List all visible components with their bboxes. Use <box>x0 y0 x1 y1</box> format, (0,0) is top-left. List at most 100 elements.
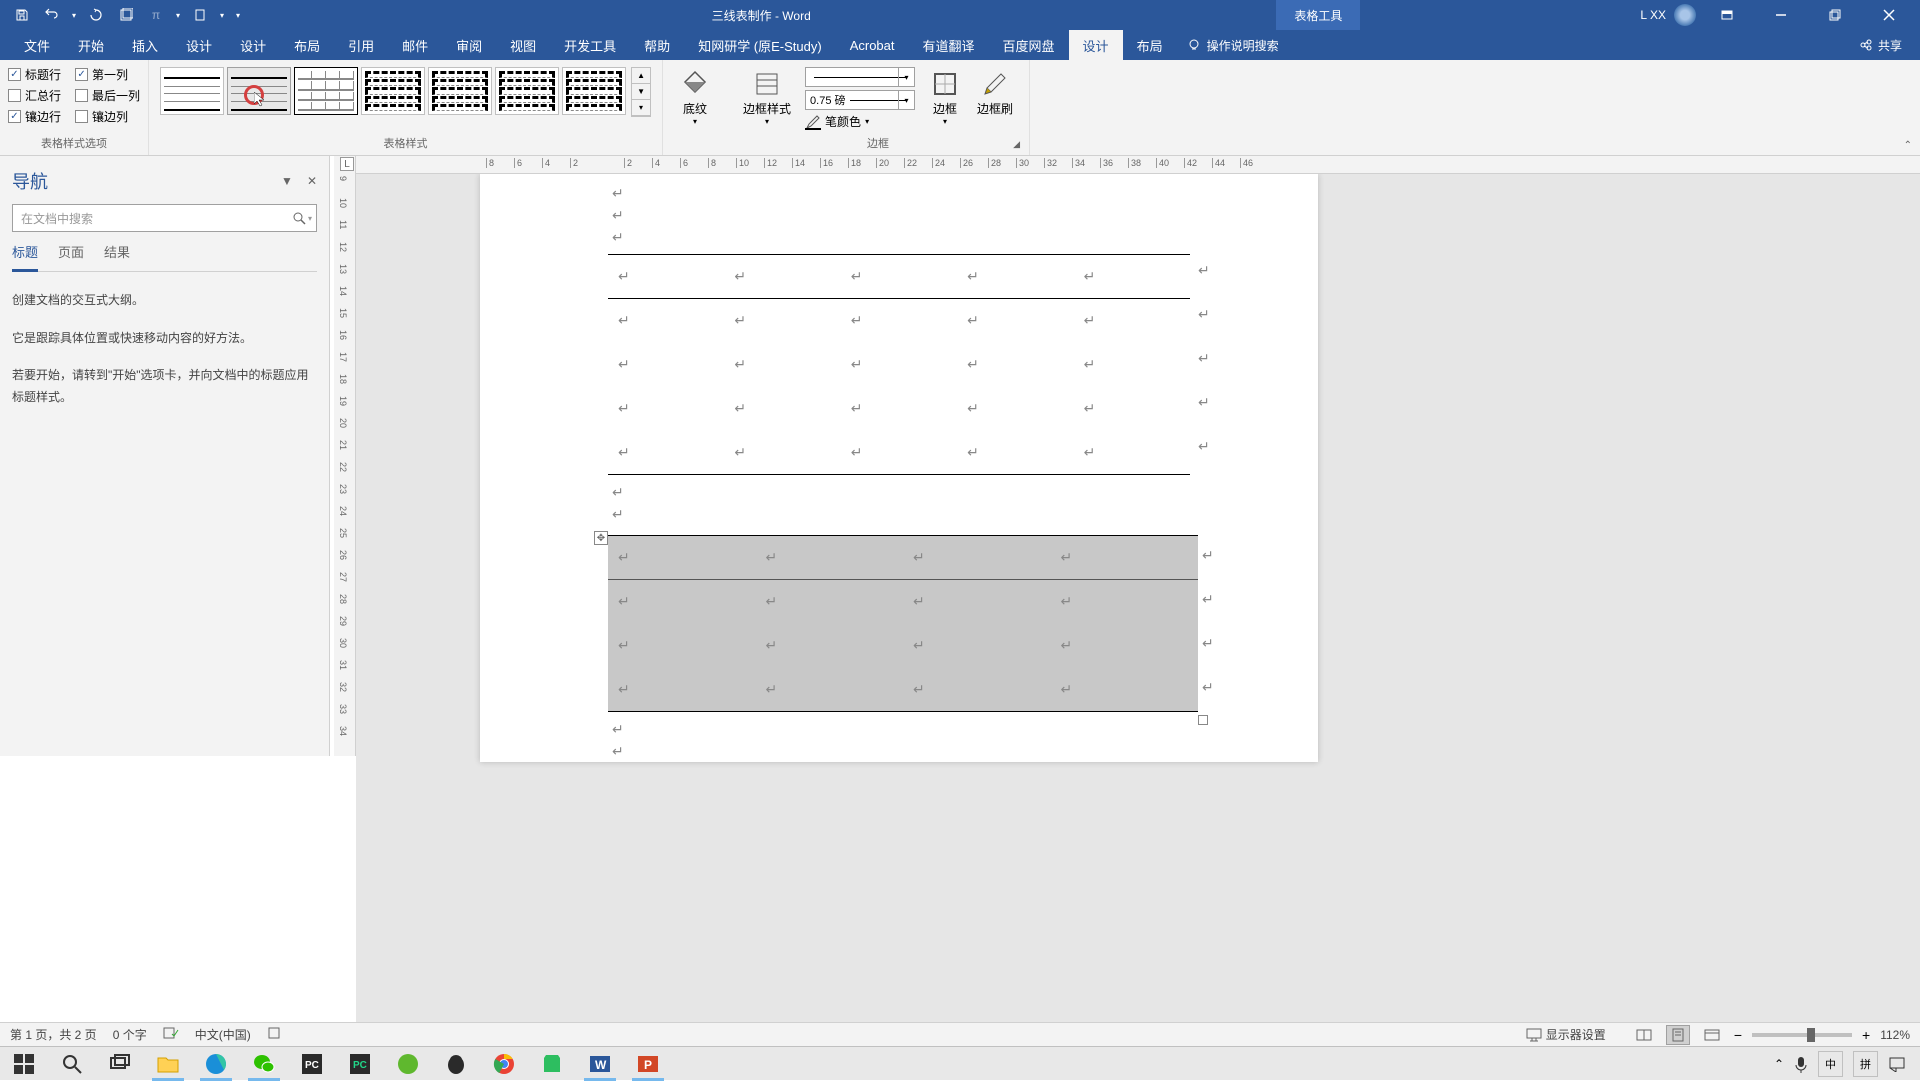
line-weight-combo[interactable]: 0.75 磅▾ <box>805 90 915 110</box>
taskbar-app-green[interactable] <box>384 1047 432 1081</box>
status-display-settings[interactable]: 显示器设置 <box>1526 1026 1606 1043</box>
checkbox-header-row[interactable]: 标题行 <box>8 66 61 83</box>
borders-dialog-launcher[interactable]: ◢ <box>1013 139 1025 151</box>
table-style-6[interactable] <box>495 67 559 115</box>
tray-expand[interactable]: ⌃ <box>1774 1057 1784 1071</box>
tab-help[interactable]: 帮助 <box>630 30 684 60</box>
zoom-out-button[interactable]: − <box>1734 1027 1742 1043</box>
tab-acrobat[interactable]: Acrobat <box>836 30 909 60</box>
tab-insert[interactable]: 插入 <box>118 30 172 60</box>
table-style-4[interactable] <box>361 67 425 115</box>
status-language[interactable]: 中文(中国) <box>195 1026 251 1043</box>
qat-icon-1[interactable] <box>112 3 140 27</box>
zoom-level[interactable]: 112% <box>1880 1028 1910 1042</box>
start-button[interactable] <box>0 1047 48 1081</box>
document-page[interactable]: ↵ ↵ ↵ ↵↵↵↵↵ ↵↵↵↵↵ ↵↵↵↵↵ ↵↵↵↵↵ ↵↵↵↵↵ ↵ ↵ … <box>480 174 1318 762</box>
tab-layout[interactable]: 布局 <box>280 30 334 60</box>
qat-icon-3[interactable] <box>186 3 214 27</box>
notification-icon[interactable] <box>1888 1056 1906 1072</box>
share-button[interactable]: 共享 <box>1859 37 1902 54</box>
checkbox-banded-col[interactable]: 镶边列 <box>75 108 128 125</box>
undo-button[interactable] <box>38 3 66 27</box>
border-brush-button[interactable]: 边框刷 <box>969 64 1021 133</box>
status-spellcheck[interactable] <box>163 1026 179 1043</box>
tab-design[interactable]: 设计 <box>172 30 226 60</box>
taskbar-pycharm[interactable]: PC <box>288 1047 336 1081</box>
view-web-layout[interactable] <box>1700 1025 1724 1045</box>
mic-icon[interactable] <box>1794 1055 1808 1073</box>
border-style-button[interactable]: 边框样式 ▾ <box>735 64 799 133</box>
zoom-slider-thumb[interactable] <box>1807 1028 1815 1042</box>
taskbar-qq[interactable] <box>432 1047 480 1081</box>
maximize-button[interactable] <box>1812 0 1858 30</box>
view-print-layout[interactable] <box>1666 1025 1690 1045</box>
table-style-2[interactable] <box>227 67 291 115</box>
taskbar-wechat[interactable] <box>240 1047 288 1081</box>
tab-references[interactable]: 引用 <box>334 30 388 60</box>
table-style-7[interactable] <box>562 67 626 115</box>
nav-close-button[interactable]: ✕ <box>307 174 317 188</box>
tab-developer[interactable]: 开发工具 <box>550 30 630 60</box>
table-style-3[interactable] <box>294 67 358 115</box>
vertical-ruler[interactable]: 9101112131415161718192021222324252627282… <box>334 156 356 756</box>
status-page[interactable]: 第 1 页，共 2 页 <box>10 1026 97 1043</box>
minimize-button[interactable] <box>1758 0 1804 30</box>
redo-button[interactable] <box>82 3 110 27</box>
search-button[interactable]: ▾ <box>292 211 312 225</box>
search-button[interactable] <box>48 1047 96 1081</box>
nav-dropdown-button[interactable]: ▼ <box>281 174 293 188</box>
taskbar-pycharm2[interactable]: PC <box>336 1047 384 1081</box>
status-macros[interactable] <box>267 1026 281 1043</box>
tab-file[interactable]: 文件 <box>10 30 64 60</box>
gallery-up[interactable]: ▲ <box>632 68 650 84</box>
table-1[interactable]: ↵↵↵↵↵ ↵↵↵↵↵ ↵↵↵↵↵ ↵↵↵↵↵ ↵↵↵↵↵ <box>608 254 1190 475</box>
checkbox-first-col[interactable]: 第一列 <box>75 66 128 83</box>
tab-home[interactable]: 开始 <box>64 30 118 60</box>
close-button[interactable] <box>1866 0 1912 30</box>
tab-mailings[interactable]: 邮件 <box>388 30 442 60</box>
table-style-5[interactable] <box>428 67 492 115</box>
tab-design2[interactable]: 设计 <box>226 30 280 60</box>
nav-tab-headings[interactable]: 标题 <box>12 242 38 272</box>
gallery-more[interactable]: ▾ <box>632 100 650 116</box>
tab-review[interactable]: 审阅 <box>442 30 496 60</box>
table-2[interactable]: ↵↵↵↵ ↵↵↵↵ ↵↵↵↵ ↵↵↵↵ <box>608 535 1198 712</box>
user-avatar[interactable] <box>1674 4 1696 26</box>
horizontal-ruler[interactable]: L 86422468101214161820222426283032343638… <box>356 156 1920 174</box>
line-style-combo[interactable]: ▾ <box>805 67 915 87</box>
view-read-mode[interactable] <box>1632 1025 1656 1045</box>
gallery-down[interactable]: ▼ <box>632 84 650 100</box>
taskbar-powerpoint[interactable]: P <box>624 1047 672 1081</box>
nav-search-input[interactable]: 在文档中搜索 ▾ <box>12 204 317 232</box>
zoom-in-button[interactable]: + <box>1862 1027 1870 1043</box>
ribbon-display-button[interactable] <box>1704 0 1750 30</box>
taskbar-chrome[interactable] <box>480 1047 528 1081</box>
qat-dropdown-1[interactable]: ▾ <box>172 3 184 27</box>
tell-me-search[interactable]: 操作说明搜索 <box>1187 37 1279 54</box>
status-words[interactable]: 0 个字 <box>113 1026 147 1043</box>
qat-dropdown-2[interactable]: ▾ <box>216 3 228 27</box>
nav-tab-results[interactable]: 结果 <box>104 242 130 271</box>
tab-youdao[interactable]: 有道翻译 <box>909 30 989 60</box>
ime-mode[interactable]: 拼 <box>1853 1051 1878 1077</box>
taskbar-evernote[interactable] <box>528 1047 576 1081</box>
document-area[interactable]: ↵ ↵ ↵ ↵↵↵↵↵ ↵↵↵↵↵ ↵↵↵↵↵ ↵↵↵↵↵ ↵↵↵↵↵ ↵ ↵ … <box>356 174 1920 1046</box>
tab-table-design[interactable]: 设计 <box>1069 30 1123 60</box>
taskbar-word[interactable]: W <box>576 1047 624 1081</box>
table-style-1[interactable] <box>160 67 224 115</box>
border-button[interactable]: 边框 ▾ <box>921 64 969 133</box>
taskbar-explorer[interactable] <box>144 1047 192 1081</box>
tab-view[interactable]: 视图 <box>496 30 550 60</box>
checkbox-total-row[interactable]: 汇总行 <box>8 87 61 104</box>
checkbox-banded-row[interactable]: 镶边行 <box>8 108 61 125</box>
tab-selector[interactable]: L <box>340 157 354 171</box>
tab-zhiwang[interactable]: 知网研学 (原E-Study) <box>684 30 836 60</box>
task-view-button[interactable] <box>96 1047 144 1081</box>
pen-color-button[interactable]: 笔颜色 ▾ <box>805 113 915 130</box>
tab-table-layout[interactable]: 布局 <box>1123 30 1177 60</box>
taskbar-edge[interactable] <box>192 1047 240 1081</box>
qat-icon-2[interactable]: π <box>142 3 170 27</box>
table-move-handle[interactable]: ✥ <box>594 531 608 545</box>
save-button[interactable] <box>8 3 36 27</box>
qat-customize[interactable]: ▾ <box>230 3 246 27</box>
